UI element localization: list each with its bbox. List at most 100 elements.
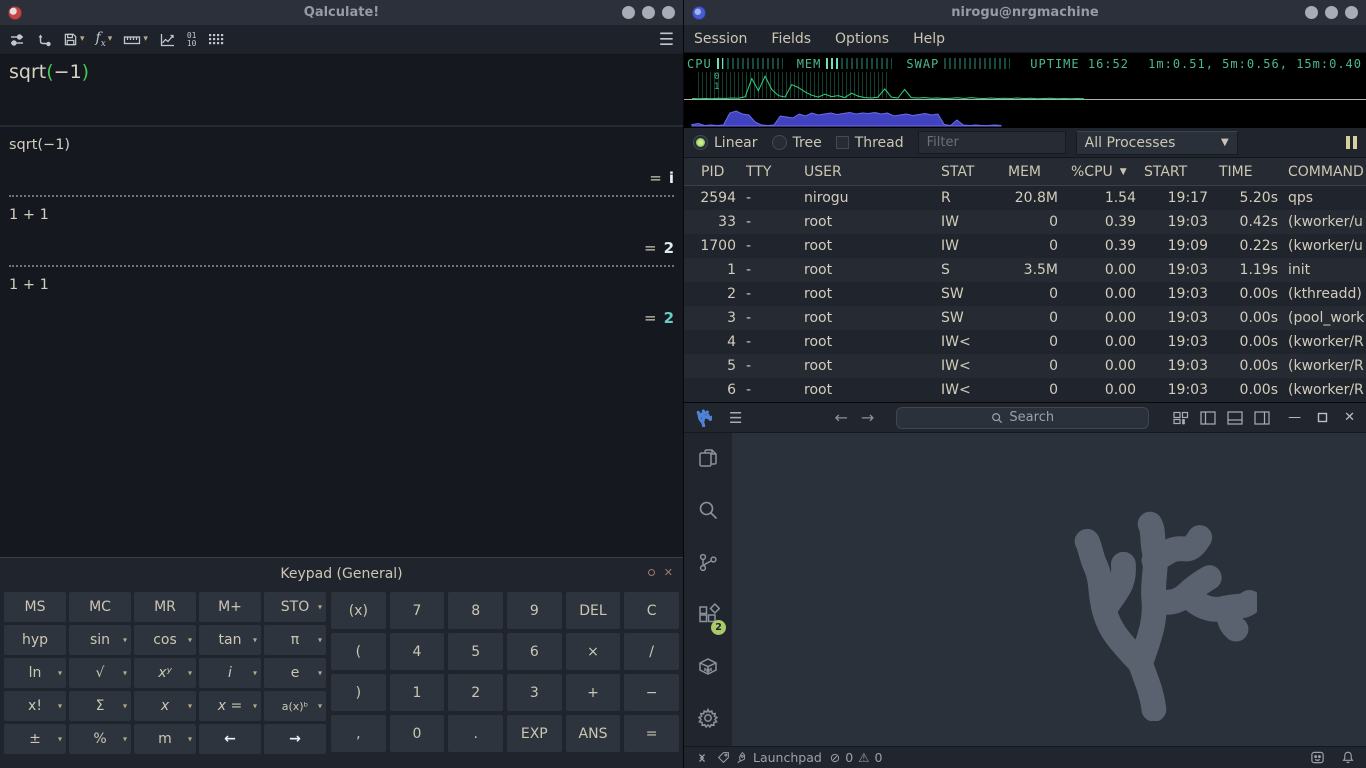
table-row[interactable]: 1700-rootIW00.3919:090.22s(kworker/u (684, 234, 1366, 258)
key-c[interactable]: C (624, 592, 679, 629)
package-icon[interactable] (696, 654, 720, 682)
number-bases-icon[interactable]: 01 10 (187, 32, 197, 48)
customize-layout-icon[interactable] (1173, 411, 1189, 425)
toggle-bottom-panel-icon[interactable] (1227, 411, 1243, 425)
menu-item-help[interactable]: Help (913, 31, 945, 47)
key-x[interactable]: x!▾ (4, 691, 66, 721)
app-logo-coral-icon[interactable] (695, 409, 712, 427)
remote-indicator-icon[interactable] (695, 751, 709, 765)
key-sym[interactable]: ← (199, 724, 261, 754)
settings-gear-icon[interactable] (696, 706, 720, 734)
key-mr[interactable]: MR (134, 592, 196, 622)
menu-item-session[interactable]: Session (694, 31, 747, 47)
qps-minimize-button[interactable] (1305, 6, 1318, 19)
menu-item-options[interactable]: Options (835, 31, 889, 47)
key-4[interactable]: 4 (390, 633, 445, 670)
key-sym[interactable]: → (264, 724, 326, 754)
toggle-right-panel-icon[interactable] (1254, 411, 1270, 425)
linear-radio[interactable] (693, 135, 708, 150)
tree-radio[interactable] (772, 135, 787, 150)
key-exp[interactable]: EXP (507, 715, 562, 752)
functions-icon[interactable]: fx ▾ (96, 30, 113, 49)
key-5[interactable]: 5 (448, 633, 503, 670)
table-row[interactable]: 4-rootIW<00.0019:030.00s(kworker/R (684, 330, 1366, 354)
key-a-x[interactable]: a(x)ᵇ▾ (264, 691, 326, 721)
key-m[interactable]: m▾ (134, 724, 196, 754)
key-ms[interactable]: MS (4, 592, 66, 622)
extensions-icon[interactable]: 2 (696, 602, 720, 630)
key-hyp[interactable]: hyp (4, 625, 66, 655)
convert-icon[interactable] (36, 32, 52, 48)
table-row[interactable]: 1-rootS3.5M0.0019:031.19sinit (684, 258, 1366, 282)
key-sym[interactable]: ±▾ (4, 724, 66, 754)
keypad-close-icon[interactable]: ✕ (664, 567, 673, 578)
key-sym[interactable]: π▾ (264, 625, 326, 655)
key-+[interactable]: + (566, 674, 621, 711)
qps-close-button[interactable] (1345, 6, 1358, 19)
toggle-left-panel-icon[interactable] (1200, 411, 1216, 425)
key-sym[interactable]: ) (331, 674, 386, 711)
problems-item[interactable]: ⊘ 0 ⚠ 0 (830, 750, 883, 765)
column-header-pid[interactable]: PID (684, 164, 736, 180)
key-1[interactable]: 1 (390, 674, 445, 711)
key-sym[interactable]: × (566, 633, 621, 670)
column-header-stat[interactable]: STAT (934, 164, 1004, 180)
key-e[interactable]: e▾ (264, 658, 326, 688)
filter-input[interactable] (918, 131, 1066, 154)
key-sto[interactable]: STO▾ (264, 592, 326, 622)
forward-icon[interactable]: → (861, 408, 874, 427)
history-area[interactable]: sqrt(−1)=i1 + 1=21 + 1=2 (0, 127, 683, 557)
editor-close-icon[interactable]: ✕ (1344, 410, 1355, 425)
column-header-command[interactable]: COMMAND (1281, 164, 1366, 180)
table-row[interactable]: 33-rootIW00.3919:030.42s(kworker/u (684, 210, 1366, 234)
notifications-bell-icon[interactable] (1341, 750, 1355, 765)
keypad-toggle-icon[interactable] (208, 32, 224, 47)
key-i[interactable]: i▾ (199, 658, 261, 688)
key-mc[interactable]: MC (69, 592, 131, 622)
key-cos[interactable]: cos▾ (134, 625, 196, 655)
history-item[interactable]: sqrt(−1)=i (9, 137, 674, 187)
key-x[interactable]: x▾ (134, 691, 196, 721)
units-dropdown-icon[interactable]: ▾ (143, 35, 148, 44)
key-sym[interactable]: = (624, 715, 679, 752)
key-9[interactable]: 9 (507, 592, 562, 629)
key-sym[interactable]: / (624, 633, 679, 670)
key-sym[interactable]: ( (331, 633, 386, 670)
keypad-detach-icon[interactable] (648, 569, 655, 576)
key-6[interactable]: 6 (507, 633, 562, 670)
key-x[interactable]: (x) (331, 592, 386, 629)
qps-maximize-button[interactable] (1325, 6, 1338, 19)
thread-checkbox[interactable] (836, 136, 849, 149)
column-header-cpu[interactable]: %CPU▼ (1061, 164, 1139, 180)
maximize-button[interactable] (642, 6, 655, 19)
plot-icon[interactable] (159, 32, 176, 48)
search-sidebar-icon[interactable] (696, 498, 720, 526)
mode-settings-icon[interactable] (9, 32, 25, 48)
key-sym[interactable]: Σ▾ (69, 691, 131, 721)
key-m+[interactable]: M+ (199, 592, 261, 622)
menu-icon[interactable]: ☰ (659, 30, 674, 50)
key-sym[interactable]: − (624, 674, 679, 711)
column-header-mem[interactable]: MEM (1004, 164, 1061, 180)
key-sin[interactable]: sin▾ (69, 625, 131, 655)
table-row[interactable]: 5-rootIW<00.0019:030.00s(kworker/R (684, 354, 1366, 378)
key-sym[interactable]: %▾ (69, 724, 131, 754)
editor-maximize-icon[interactable] (1317, 412, 1328, 423)
key-7[interactable]: 7 (390, 592, 445, 629)
table-row[interactable]: 2594-niroguR20.8M1.5419:175.20sqps (684, 186, 1366, 210)
back-icon[interactable]: ← (834, 408, 847, 427)
units-icon[interactable]: ▾ (123, 33, 148, 47)
expression-input[interactable]: sqrt(−1) (0, 55, 683, 127)
history-item[interactable]: 1 + 1=2 (9, 277, 674, 327)
explorer-icon[interactable] (696, 446, 720, 474)
key-del[interactable]: DEL (566, 592, 621, 629)
menu-item-fields[interactable]: Fields (771, 31, 811, 47)
key-x[interactable]: x =▾ (199, 691, 261, 721)
key-ans[interactable]: ANS (566, 715, 621, 752)
feedback-smiley-icon[interactable] (1310, 750, 1325, 765)
key-sym[interactable]: , (331, 715, 386, 752)
table-row[interactable]: 2-rootSW00.0019:030.00s(kthreadd) (684, 282, 1366, 306)
column-header-user[interactable]: USER (794, 164, 934, 180)
editor-minimize-icon[interactable]: — (1288, 410, 1301, 425)
key-8[interactable]: 8 (448, 592, 503, 629)
